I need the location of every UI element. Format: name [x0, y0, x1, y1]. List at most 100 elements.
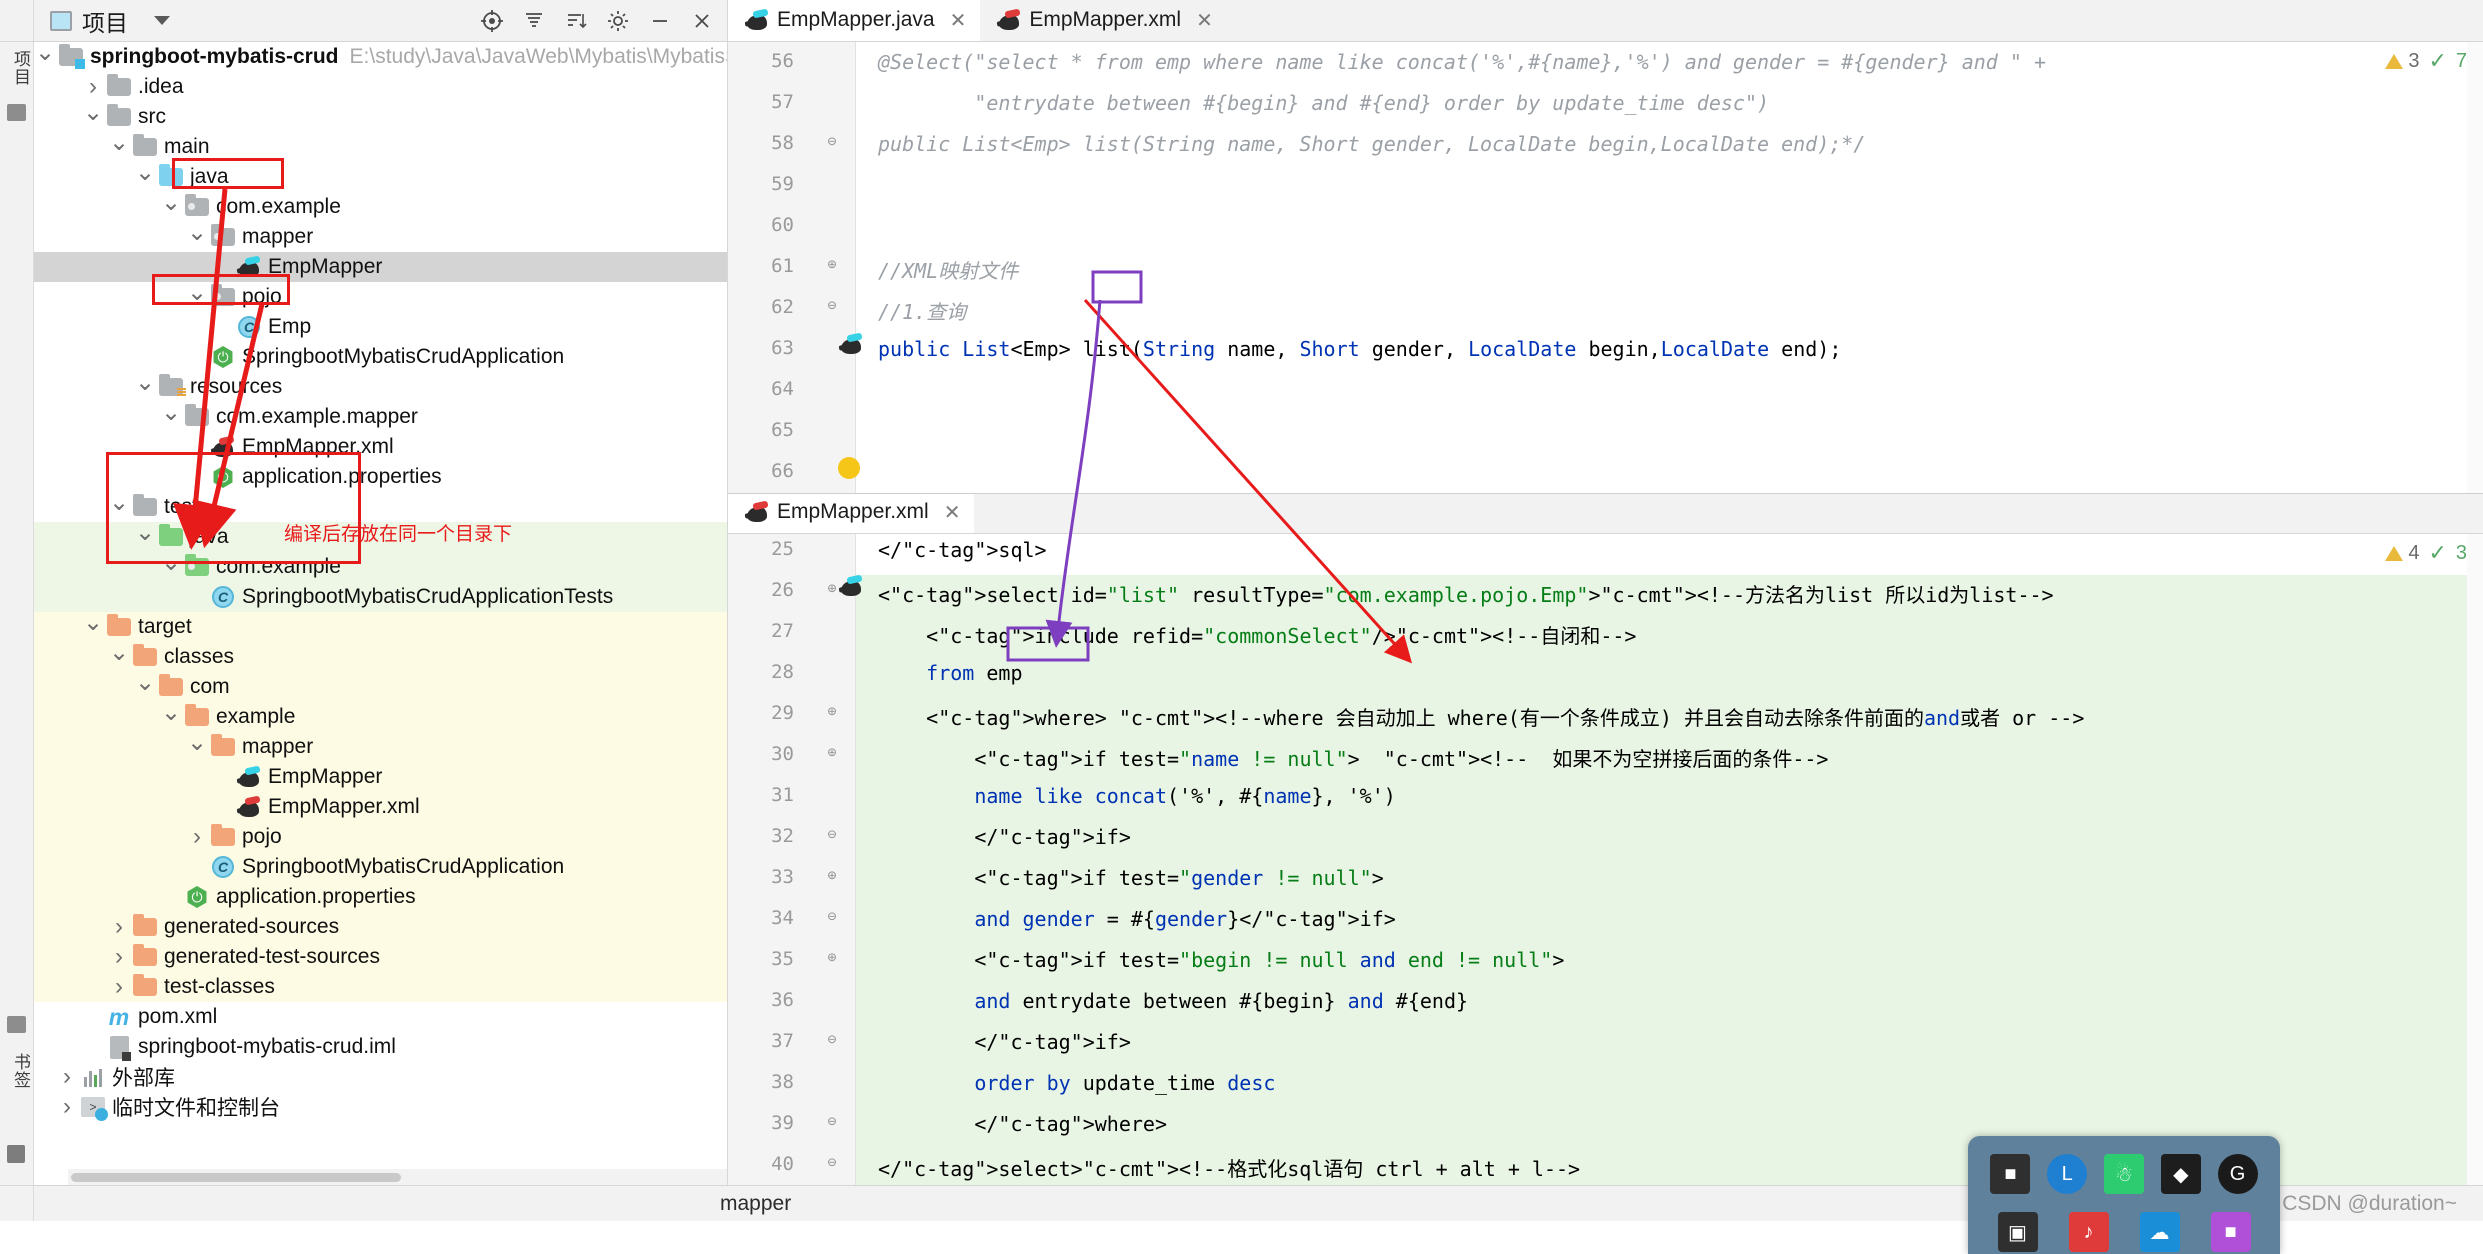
- chevron-right-icon[interactable]: [108, 943, 130, 971]
- chevron-down-icon[interactable]: [134, 523, 156, 552]
- fold-marker[interactable]: ⊕: [824, 743, 840, 761]
- tree-item-java[interactable]: java: [34, 522, 727, 552]
- chevron-down-icon[interactable]: [82, 103, 104, 132]
- chevron-right-icon[interactable]: [82, 73, 104, 101]
- chevron-down-icon[interactable]: [186, 733, 208, 762]
- tree-item-外部库[interactable]: 外部库: [34, 1062, 727, 1092]
- tree-item-临时文件和控制台[interactable]: >临时文件和控制台: [34, 1092, 727, 1122]
- tree-item-empmapper[interactable]: EmpMapper: [34, 252, 727, 282]
- java-vertical-scrollbar[interactable]: [2467, 42, 2483, 493]
- fold-marker[interactable]: ⊕: [824, 948, 840, 966]
- fold-marker[interactable]: ⊖: [824, 907, 840, 925]
- rail-label-bookmarks[interactable]: 书签: [8, 1053, 33, 1089]
- tab-empmapper-xml-bottom[interactable]: EmpMapper.xml ✕: [728, 494, 975, 533]
- fold-marker[interactable]: ⊕: [824, 866, 840, 884]
- code-line[interactable]: and entrydate between #{begin} and #{end…: [878, 989, 1468, 1013]
- gear-icon[interactable]: [607, 10, 629, 32]
- chevron-down-icon[interactable]: [134, 673, 156, 702]
- code-line[interactable]: "entrydate between #{begin} and #{end} o…: [878, 91, 1769, 115]
- tree-item-test-classes[interactable]: test-classes: [34, 972, 727, 1002]
- code-line[interactable]: public List<Emp> list(String name, Short…: [878, 132, 1865, 156]
- close-icon[interactable]: ✕: [1196, 8, 1213, 33]
- tree-item-springbootmybatiscrudapplication[interactable]: C SpringbootMybatisCrudApplication: [34, 852, 727, 882]
- tree-item-springboot-mybatis-crud-iml[interactable]: springboot-mybatis-crud.iml: [34, 1032, 727, 1062]
- intention-bulb-icon[interactable]: [838, 457, 860, 479]
- logitech-icon[interactable]: G: [2217, 1154, 2258, 1194]
- tree-item-test[interactable]: test: [34, 492, 727, 522]
- minimize-icon[interactable]: [649, 10, 671, 32]
- tree-item-src[interactable]: src: [34, 102, 727, 132]
- xml-vertical-scrollbar[interactable]: [2467, 534, 2483, 1185]
- tree-item-empmapper-xml[interactable]: EmpMapper.xml: [34, 792, 727, 822]
- code-line[interactable]: <"c-tag">if test="begin != null and end …: [878, 948, 1564, 972]
- code-line[interactable]: from emp: [878, 661, 1022, 685]
- fold-marker[interactable]: ⊖: [824, 296, 840, 314]
- chevron-down-icon[interactable]: [108, 643, 130, 672]
- tree-item-empmapper[interactable]: EmpMapper: [34, 762, 727, 792]
- chevron-right-icon[interactable]: [56, 1093, 78, 1121]
- chevron-down-icon[interactable]: [82, 613, 104, 642]
- code-line[interactable]: </"c-tag">select>"c-cmt"><!--格式化sql语句 ct…: [878, 1153, 1580, 1182]
- fold-marker[interactable]: ⊕: [824, 579, 840, 597]
- tree-horizontal-scrollbar[interactable]: [68, 1169, 727, 1185]
- wechat-icon[interactable]: ☃: [2103, 1154, 2144, 1194]
- tree-item-generated-sources[interactable]: generated-sources: [34, 912, 727, 942]
- warning-badge[interactable]: 4: [2385, 542, 2419, 565]
- fold-marker[interactable]: ⊕: [824, 702, 840, 720]
- fold-marker[interactable]: ⊕: [824, 255, 840, 273]
- chevron-right-icon[interactable]: [186, 823, 208, 851]
- tree-item-springboot-mybatis-crud[interactable]: springboot-mybatis-crud E:\study\Java\Jav…: [34, 42, 727, 72]
- gutter-icon[interactable]: [838, 457, 860, 484]
- tree-item-pojo[interactable]: pojo: [34, 282, 727, 312]
- tree-item-springbootmybatiscrudapplication[interactable]: ⏻ SpringbootMybatisCrudApplication: [34, 342, 727, 372]
- fold-marker[interactable]: ⊖: [824, 1030, 840, 1048]
- code-line[interactable]: //1.查询: [878, 296, 966, 325]
- tree-item-pom-xml[interactable]: m pom.xml: [34, 1002, 727, 1032]
- xml-code-area[interactable]: 25 </"c-tag">sql> 26 ⊕ <"c-tag">select id="l…: [728, 534, 2483, 1185]
- green-dots-icon[interactable]: ■: [1990, 1154, 2031, 1194]
- code-line[interactable]: public List<Emp> list(String name, Short…: [878, 337, 1841, 361]
- tree-item-com-example[interactable]: com.example: [34, 552, 727, 582]
- code-line[interactable]: </"c-tag">if>: [878, 825, 1131, 849]
- chevron-down-icon[interactable]: [160, 703, 182, 732]
- code-line[interactable]: //XML映射文件: [878, 255, 1018, 284]
- system-tray-popup[interactable]: ■ L ☃ ◆ G ▣ ♪ ☁ ■: [1968, 1136, 2280, 1254]
- code-line[interactable]: <"c-tag">select id="list" resultType="co…: [878, 579, 2054, 608]
- nvidia-icon[interactable]: ◆: [2160, 1154, 2201, 1194]
- code-line[interactable]: name like concat('%', #{name}, '%'): [878, 784, 1395, 808]
- tree-item-target[interactable]: target: [34, 612, 727, 642]
- code-line[interactable]: </"c-tag">if>: [878, 1030, 1131, 1054]
- tree-item-empmapper-xml[interactable]: EmpMapper.xml: [34, 432, 727, 462]
- tree-item-emp[interactable]: C Emp: [34, 312, 727, 342]
- chevron-right-icon[interactable]: [108, 913, 130, 941]
- java-code-area[interactable]: 56 @Select("select * from emp where name …: [728, 42, 2483, 493]
- close-icon[interactable]: ✕: [944, 500, 961, 525]
- fold-marker[interactable]: ⊖: [824, 1112, 840, 1130]
- tree-item--idea[interactable]: .idea: [34, 72, 727, 102]
- chevron-down-icon[interactable]: [34, 43, 56, 72]
- tree-item-application-properties[interactable]: ⏻ application.properties: [34, 882, 727, 912]
- screenshot-icon[interactable]: ▣: [1997, 1212, 2038, 1252]
- lol-icon[interactable]: L: [2047, 1154, 2088, 1194]
- tab-empmapper-xml[interactable]: EmpMapper.xml ✕: [980, 0, 1226, 41]
- tree-item-example[interactable]: example: [34, 702, 727, 732]
- code-line[interactable]: @Select("select * from emp where name li…: [878, 50, 2046, 74]
- tree-item-mapper[interactable]: mapper: [34, 732, 727, 762]
- tree-item-resources[interactable]: resources: [34, 372, 727, 402]
- tree-item-generated-test-sources[interactable]: generated-test-sources: [34, 942, 727, 972]
- sort-icon[interactable]: [565, 10, 587, 32]
- warning-badge[interactable]: 3: [2385, 50, 2419, 73]
- code-line[interactable]: <"c-tag">where> "c-cmt"><!--where 会自动加上 …: [878, 702, 2084, 731]
- xml-editor[interactable]: EmpMapper.xml ✕ 25 </"c-tag">sql> 26 ⊕ <"c-t…: [728, 494, 2483, 1185]
- tree-item-com-example-mapper[interactable]: com.example.mapper: [34, 402, 727, 432]
- close-icon[interactable]: ✕: [950, 8, 967, 33]
- fold-marker[interactable]: ⊖: [824, 825, 840, 843]
- code-line[interactable]: and gender = #{gender}</"c-tag">if>: [878, 907, 1395, 931]
- chevron-down-icon[interactable]: [186, 283, 208, 312]
- chevron-right-icon[interactable]: [56, 1063, 78, 1091]
- tree-item-pojo[interactable]: pojo: [34, 822, 727, 852]
- tree-item-com[interactable]: com: [34, 672, 727, 702]
- chevron-down-icon[interactable]: [160, 553, 182, 582]
- tree-item-application-properties[interactable]: ⏻ application.properties: [34, 462, 727, 492]
- fold-marker[interactable]: ⊖: [824, 1153, 840, 1171]
